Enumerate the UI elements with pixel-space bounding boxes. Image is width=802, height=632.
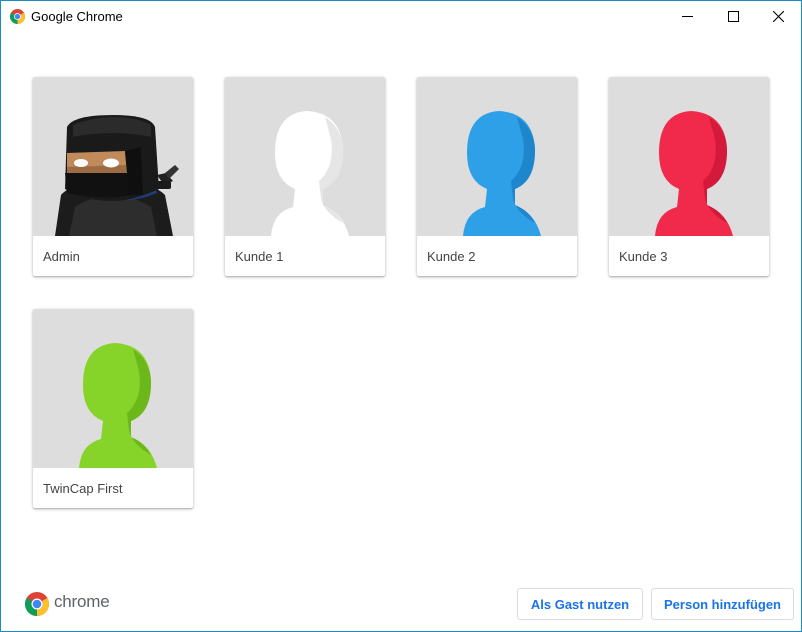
profile-name: Admin (43, 249, 80, 264)
browse-as-guest-button[interactable]: Als Gast nutzen (517, 588, 643, 620)
close-button[interactable] (755, 1, 801, 32)
green-silhouette-avatar (33, 309, 193, 468)
profile-name: TwinCap First (43, 481, 123, 496)
ninja-avatar (33, 77, 193, 236)
add-person-button[interactable]: Person hinzufügen (651, 588, 794, 620)
title-bar[interactable]: Google Chrome (1, 1, 801, 32)
profile-picker-window: Google Chrome Admin Kunde 1 Kunde 2 Kund… (0, 0, 802, 632)
profile-card-admin[interactable]: Admin (33, 77, 193, 276)
profile-name: Kunde 2 (427, 249, 476, 264)
maximize-icon (727, 11, 739, 22)
chrome-brand-text: chrome (54, 592, 110, 611)
blue-silhouette-avatar (417, 77, 577, 236)
chrome-logo-icon (25, 592, 49, 616)
minimize-button[interactable] (664, 1, 710, 32)
profile-card-kunde-1[interactable]: Kunde 1 (225, 77, 385, 276)
close-icon (772, 11, 784, 22)
white-silhouette-avatar (225, 77, 385, 236)
window-title: Google Chrome (31, 9, 123, 24)
red-silhouette-avatar (609, 77, 769, 236)
minimize-icon (681, 16, 693, 17)
chrome-logo-icon (10, 9, 25, 24)
profile-card-kunde-2[interactable]: Kunde 2 (417, 77, 577, 276)
maximize-button[interactable] (710, 1, 756, 32)
profile-name: Kunde 1 (235, 249, 284, 264)
profile-card-twincap-first[interactable]: TwinCap First (33, 309, 193, 508)
profile-name: Kunde 3 (619, 249, 668, 264)
profile-card-kunde-3[interactable]: Kunde 3 (609, 77, 769, 276)
